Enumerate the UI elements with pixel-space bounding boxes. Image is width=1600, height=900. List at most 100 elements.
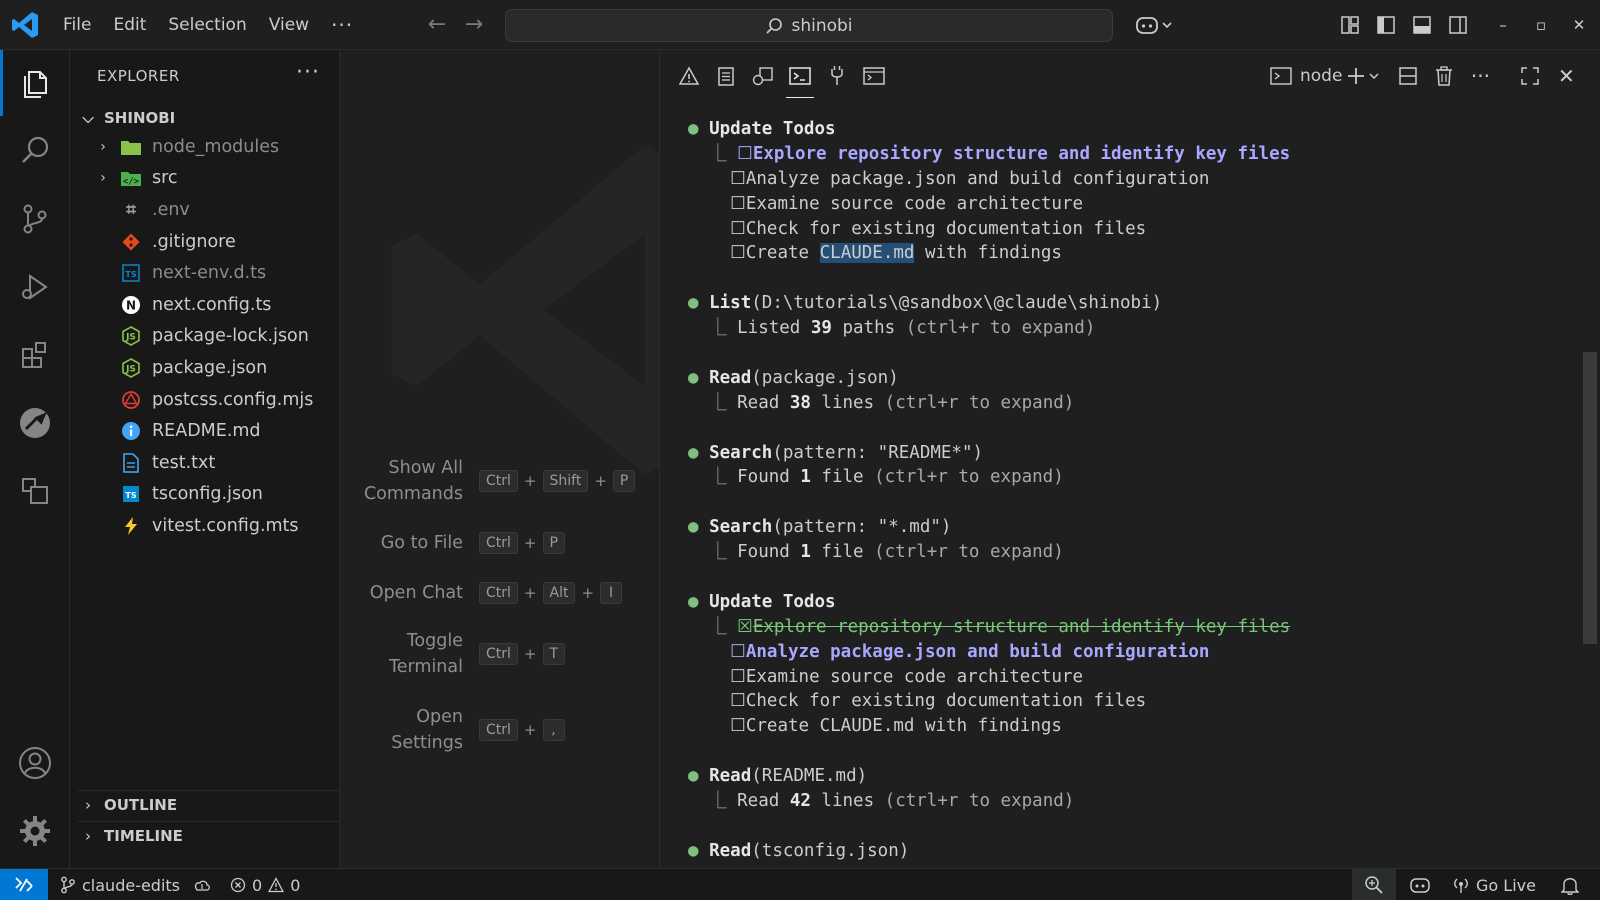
- git-branch-status[interactable]: claude-edits: [60, 869, 212, 900]
- checkbox-checked-icon: ☒: [737, 616, 753, 637]
- tree-file-next-env[interactable]: TS next-env.d.ts: [70, 257, 340, 289]
- remote-explorer-icon[interactable]: [0, 390, 70, 456]
- outline-label: OUTLINE: [104, 795, 178, 814]
- tree-item-label: README.md: [152, 421, 261, 442]
- kill-terminal-trash-icon[interactable]: [1426, 58, 1462, 94]
- forward-arrow-icon[interactable]: →: [459, 10, 489, 40]
- workspace-folder-header[interactable]: ⌵ SHINOBI: [78, 105, 340, 131]
- tree-folder-src[interactable]: › </> src: [70, 163, 340, 195]
- branch-icon: ⎿: [709, 318, 727, 339]
- terminal-tab-icon[interactable]: [784, 60, 816, 98]
- tree-file-gitignore[interactable]: .gitignore: [70, 226, 340, 258]
- command-center-search[interactable]: shinobi: [505, 9, 1113, 42]
- menu-selection[interactable]: Selection: [157, 8, 257, 42]
- tree-file-env[interactable]: ⌗ .env: [70, 194, 340, 226]
- debug-console-icon[interactable]: [747, 60, 779, 92]
- run-and-debug-icon[interactable]: [0, 254, 70, 320]
- zoom-status-icon[interactable]: [1352, 869, 1396, 900]
- settings-gear-icon[interactable]: [0, 798, 70, 864]
- chevron-right-icon: ›: [85, 826, 91, 845]
- checkbox-unchecked-icon: ☐: [730, 666, 746, 687]
- customize-layout-icon[interactable]: [1332, 7, 1368, 43]
- copilot-menu-icon[interactable]: [1128, 7, 1180, 43]
- branch-icon: ⎿: [709, 467, 727, 488]
- svg-text:</>: </>: [123, 177, 140, 187]
- search-icon[interactable]: [0, 118, 70, 184]
- close-window-icon[interactable]: ✕: [1560, 0, 1598, 50]
- shortcut-key: Ctrl: [479, 643, 518, 665]
- remote-indicator-icon[interactable]: [0, 869, 48, 900]
- problems-warning-icon[interactable]: [673, 60, 705, 92]
- explorer-more-actions[interactable]: ···: [296, 60, 320, 85]
- shortcut-key: T: [542, 643, 566, 665]
- terminal-output[interactable]: ● Update Todos ⎿ ☐Explore repository str…: [688, 117, 1568, 864]
- expand-hint: (ctrl+r to expand): [884, 392, 1075, 413]
- vitest-file-icon: [120, 515, 142, 537]
- source-control-icon[interactable]: [0, 186, 70, 252]
- maximize-panel-icon[interactable]: [1512, 58, 1548, 94]
- result-count: 39: [810, 318, 832, 339]
- result-text: Found: [737, 542, 801, 563]
- explorer-icon[interactable]: [0, 50, 70, 116]
- new-terminal-plus-icon[interactable]: [1342, 58, 1390, 94]
- go-live-label: Go Live: [1476, 875, 1536, 895]
- containers-icon[interactable]: [0, 458, 70, 524]
- toggle-primary-sidebar-icon[interactable]: [1368, 7, 1404, 43]
- terminal-instance-selector[interactable]: node: [1270, 66, 1342, 86]
- close-panel-icon[interactable]: ✕: [1548, 58, 1584, 94]
- tree-file-vitest-config[interactable]: vitest.config.mts: [70, 510, 340, 542]
- tree-file-package-json[interactable]: JS package.json: [70, 352, 340, 384]
- branch-icon: ⎿: [709, 791, 727, 812]
- tree-file-next-config[interactable]: N next.config.ts: [70, 289, 340, 321]
- command-center-label: shinobi: [791, 15, 853, 36]
- toggle-secondary-sidebar-icon[interactable]: [1440, 7, 1476, 43]
- menu-more[interactable]: ···: [320, 8, 364, 42]
- copilot-status-icon[interactable]: [1400, 869, 1440, 900]
- go-live-button[interactable]: Go Live: [1452, 869, 1536, 900]
- tree-item-label: src: [152, 168, 178, 189]
- problems-status[interactable]: 0 0: [230, 869, 300, 900]
- tree-file-tsconfig[interactable]: TS tsconfig.json: [70, 479, 340, 511]
- menu-edit[interactable]: Edit: [102, 8, 157, 42]
- tree-item-label: next-env.d.ts: [152, 263, 267, 284]
- shortcut-key: Ctrl: [479, 470, 518, 492]
- tree-item-label: test.txt: [152, 452, 216, 473]
- accounts-icon[interactable]: [0, 730, 70, 796]
- tree-file-test-txt[interactable]: test.txt: [70, 447, 340, 479]
- tool-args: (README.md): [751, 766, 868, 787]
- comments-terminal-icon[interactable]: [858, 60, 890, 92]
- bullet-icon: ●: [688, 442, 699, 463]
- extensions-icon[interactable]: [0, 322, 70, 388]
- tree-file-package-lock[interactable]: JS package-lock.json: [70, 321, 340, 353]
- timeline-label: TIMELINE: [104, 826, 183, 845]
- minimize-window-icon[interactable]: –: [1484, 0, 1522, 50]
- todo-item-active: Explore repository structure and identif…: [752, 143, 1291, 164]
- svg-text:TS: TS: [125, 270, 136, 279]
- shortcut-key: P: [612, 470, 636, 492]
- output-icon[interactable]: [710, 60, 742, 92]
- tool-name: Read: [709, 840, 752, 861]
- terminal-scrollbar[interactable]: [1583, 352, 1597, 644]
- menu-file[interactable]: File: [52, 8, 102, 42]
- chevron-right-icon: ›: [100, 170, 106, 187]
- tree-file-readme[interactable]: README.md: [70, 415, 340, 447]
- maximize-window-icon[interactable]: ▫: [1522, 0, 1560, 50]
- notifications-bell-icon[interactable]: [1550, 869, 1590, 900]
- split-terminal-icon[interactable]: [1390, 58, 1426, 94]
- chevron-down-icon: ⌵: [82, 109, 94, 127]
- tree-file-postcss[interactable]: postcss.config.mjs: [70, 384, 340, 416]
- todo-item: Create CLAUDE.md with findings: [745, 716, 1062, 737]
- tool-name: Search: [709, 442, 773, 463]
- checkbox-unchecked-icon: ☐: [730, 716, 746, 737]
- toggle-panel-icon[interactable]: [1404, 7, 1440, 43]
- outline-section-header[interactable]: › OUTLINE: [78, 790, 340, 818]
- result-unit: file: [810, 542, 875, 563]
- back-arrow-icon[interactable]: ←: [422, 10, 452, 40]
- menu-view[interactable]: View: [258, 8, 320, 42]
- panel-more-actions-icon[interactable]: ···: [1462, 58, 1498, 94]
- shortcut-label: Toggle Terminal: [389, 631, 463, 677]
- ports-plug-icon[interactable]: [821, 60, 853, 92]
- text-file-icon: [120, 452, 142, 474]
- timeline-section-header[interactable]: › TIMELINE: [78, 821, 340, 849]
- tree-folder-node-modules[interactable]: › node_modules: [70, 131, 340, 163]
